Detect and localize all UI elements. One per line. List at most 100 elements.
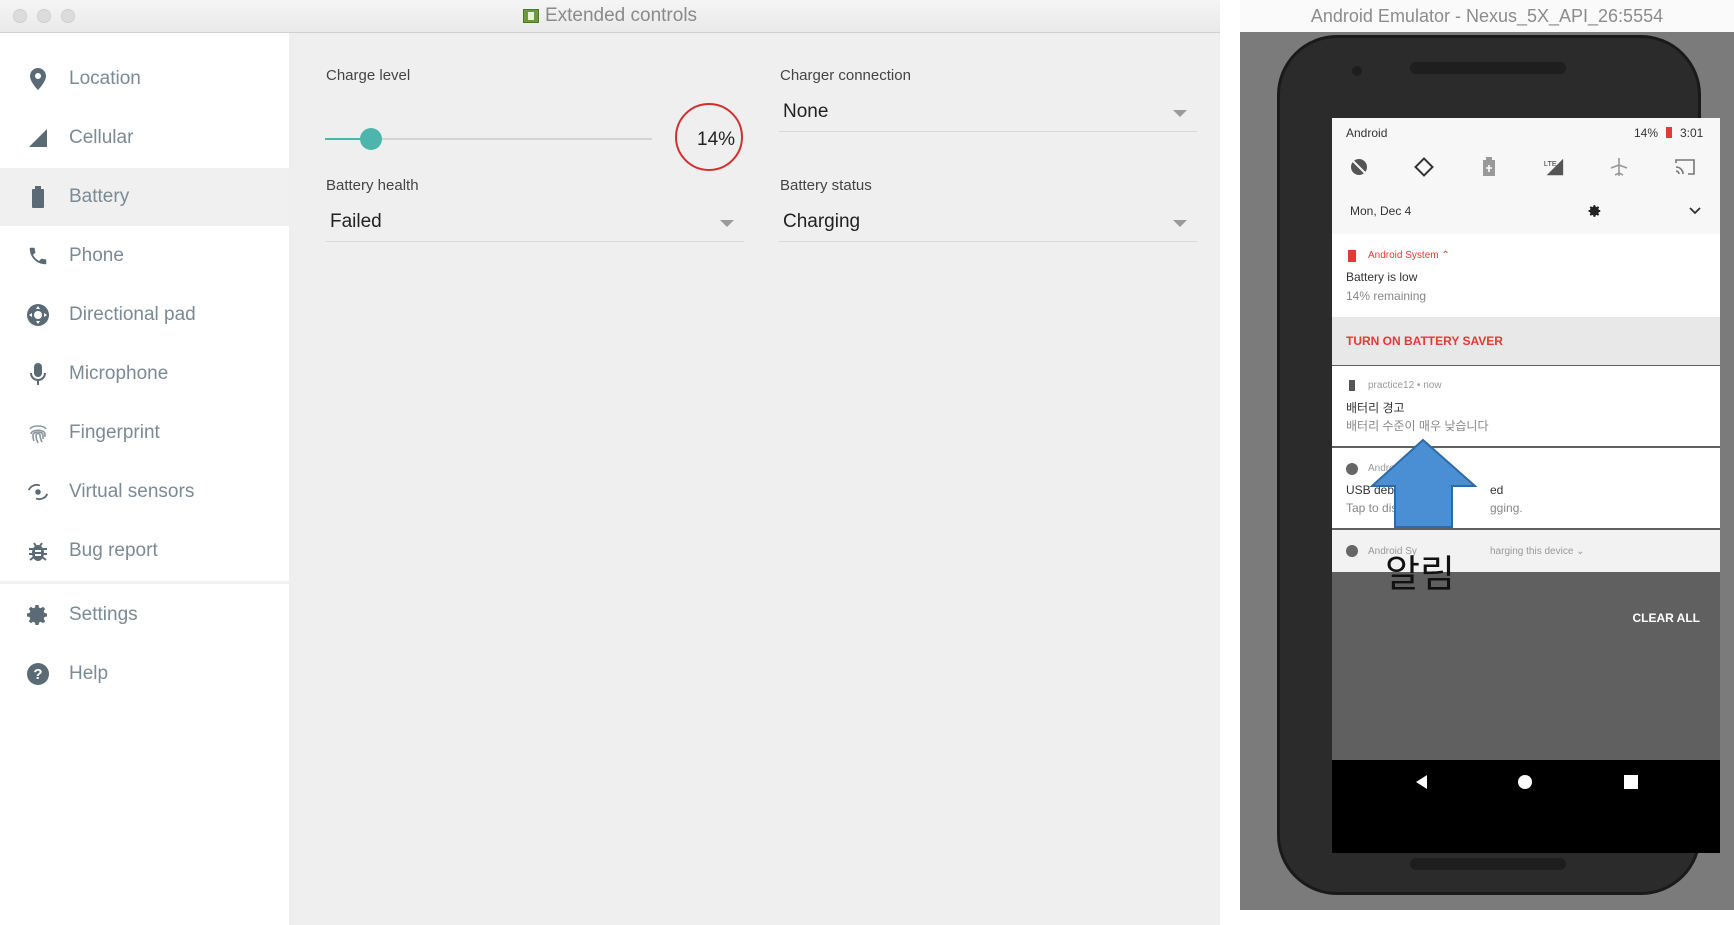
sidebar-item-bug-report[interactable]: Bug report [0,522,289,580]
battery-status-label: Battery status [780,177,872,194]
sidebar-item-label: Battery [69,186,130,207]
status-battery: 14% [1634,126,1659,140]
notification-title: USB debugging [1346,483,1431,497]
app-icon [522,9,539,23]
sidebar-item-label: Directional pad [69,304,196,325]
chevron-down-icon[interactable] [1686,202,1704,220]
extended-controls-window: Extended controls Location Cellular Batt… [0,0,1220,925]
sidebar-item-phone[interactable]: Phone [0,227,289,285]
back-icon[interactable] [1414,774,1430,795]
battery-saver-icon[interactable] [1478,156,1500,178]
charger-connection-select[interactable]: None [779,93,1197,132]
notification-title: Battery is low [1346,270,1418,284]
emulator-window-title: Android Emulator - Nexus_5X_API_26:5554 [1310,5,1664,26]
quick-settings-panel: Android 14% 3:01 LTE Mon, Dec 4 [1332,118,1720,234]
emulator-title-bar: Android Emulator - Nexus_5X_API_26:5554 [1240,0,1734,32]
rotation-icon [26,480,50,504]
battery-panel [289,33,1220,925]
top-speaker [1410,62,1566,74]
overview-icon[interactable] [1624,775,1638,794]
chevron-down-icon [1173,110,1187,117]
notification-body: 배터리 수준이 매우 낮습니다 [1346,419,1489,433]
phone-screen: Android 14% 3:01 LTE Mon, Dec 4 Android … [1332,118,1720,853]
sidebar-item-settings[interactable]: Settings [0,586,289,644]
status-carrier: Android [1346,126,1388,140]
sidebar-item-location[interactable]: Location [0,50,289,108]
sidebar-item-cellular[interactable]: Cellular [0,109,289,167]
sidebar-item-label: Help [69,663,109,684]
svg-text:?: ? [33,666,42,683]
gear-icon [26,603,50,627]
fingerprint-icon [26,421,50,445]
chevron-down-icon [720,220,734,227]
sidebar-item-battery[interactable]: Battery [0,168,289,226]
charge-level-label: Charge level [326,67,411,84]
cellular-signal-icon [26,126,50,150]
auto-rotate-icon[interactable] [1413,156,1435,178]
sidebar: Location Cellular Battery Phone Directio… [0,33,289,925]
window-title: Extended controls [544,5,698,26]
sidebar-item-label: Virtual sensors [69,481,195,502]
sidebar-item-label: Phone [69,245,124,266]
notification-body: Tap to disable U [1346,501,1433,515]
notification-app-name: Android System ⌃ [1368,250,1450,261]
emulator-window: Android Emulator - Nexus_5X_API_26:5554 … [1240,0,1734,910]
charger-connection-label: Charger connection [780,67,911,84]
battery-saver-action-row: TURN ON BATTERY SAVER [1332,317,1720,365]
sidebar-item-label: Cellular [69,127,134,148]
usb-debugging-notification[interactable]: Android S USB debugging ed Tap to disabl… [1332,448,1720,528]
battery-status-select[interactable]: Charging [779,203,1197,242]
battery-small-icon [1349,380,1355,391]
sidebar-item-directional-pad[interactable]: Directional pad [0,286,289,344]
battery-alert-icon [1348,250,1356,262]
sidebar-item-label: Microphone [69,363,169,384]
mobile-data-icon[interactable]: LTE [1543,156,1565,178]
notification-title-end: ed [1490,483,1504,497]
notification-app-name: Android S [1368,463,1412,474]
battery-health-select[interactable]: Failed [326,203,744,242]
battery-low-notification[interactable]: Android System ⌃ Battery is low 14% rema… [1332,234,1720,317]
sidebar-item-label: Settings [69,604,138,625]
title-bar: Extended controls [0,0,1220,33]
status-date: Mon, Dec 4 [1350,204,1412,218]
bottom-speaker [1410,858,1566,870]
battery-icon [26,185,50,209]
sidebar-item-fingerprint[interactable]: Fingerprint [0,404,289,462]
sidebar-item-help[interactable]: ? Help [0,645,289,703]
charge-level-slider[interactable] [325,128,652,150]
microphone-icon [26,362,50,386]
camera-icon [1352,66,1362,76]
charger-connection-value: None [783,101,829,122]
sidebar-item-microphone[interactable]: Microphone [0,345,289,403]
battery-saver-button[interactable]: TURN ON BATTERY SAVER [1346,334,1503,348]
android-icon [1346,545,1358,557]
notification-title: 배터리 경고 [1346,401,1405,415]
cast-icon[interactable] [1674,156,1696,178]
battery-status-value: Charging [783,211,861,232]
practice-notification[interactable]: practice12 • now 배터리 경고 배터리 수준이 매우 낮습니다 [1332,366,1720,446]
chevron-down-icon [1173,220,1187,227]
annotation-label: 알림 [1385,554,1455,596]
sidebar-item-label: Location [69,68,141,89]
clear-all-button[interactable]: CLEAR ALL [1632,611,1700,625]
slider-thumb[interactable] [359,128,382,150]
do-not-disturb-icon[interactable] [1348,156,1370,178]
svg-text:LTE: LTE [1544,159,1557,168]
airplane-mode-icon[interactable] [1608,156,1630,178]
battery-low-icon [1666,127,1672,138]
navigation-bar [1332,760,1720,853]
sidebar-item-virtual-sensors[interactable]: Virtual sensors [0,463,289,521]
sidebar-divider [0,581,289,584]
phone-frame: Android 14% 3:01 LTE Mon, Dec 4 Android … [1277,35,1720,895]
android-icon [1346,463,1358,475]
charge-level-value: 14% [697,129,736,150]
notification-body-end: gging. [1490,501,1523,515]
home-icon[interactable] [1517,774,1533,795]
notification-app-name: practice12 • now [1368,380,1442,391]
settings-gear-icon[interactable] [1586,202,1604,220]
help-icon: ? [26,662,50,686]
sidebar-item-label: Fingerprint [69,422,160,443]
sidebar-item-label: Bug report [69,540,158,561]
battery-health-label: Battery health [326,177,419,194]
phone-icon [26,244,50,268]
